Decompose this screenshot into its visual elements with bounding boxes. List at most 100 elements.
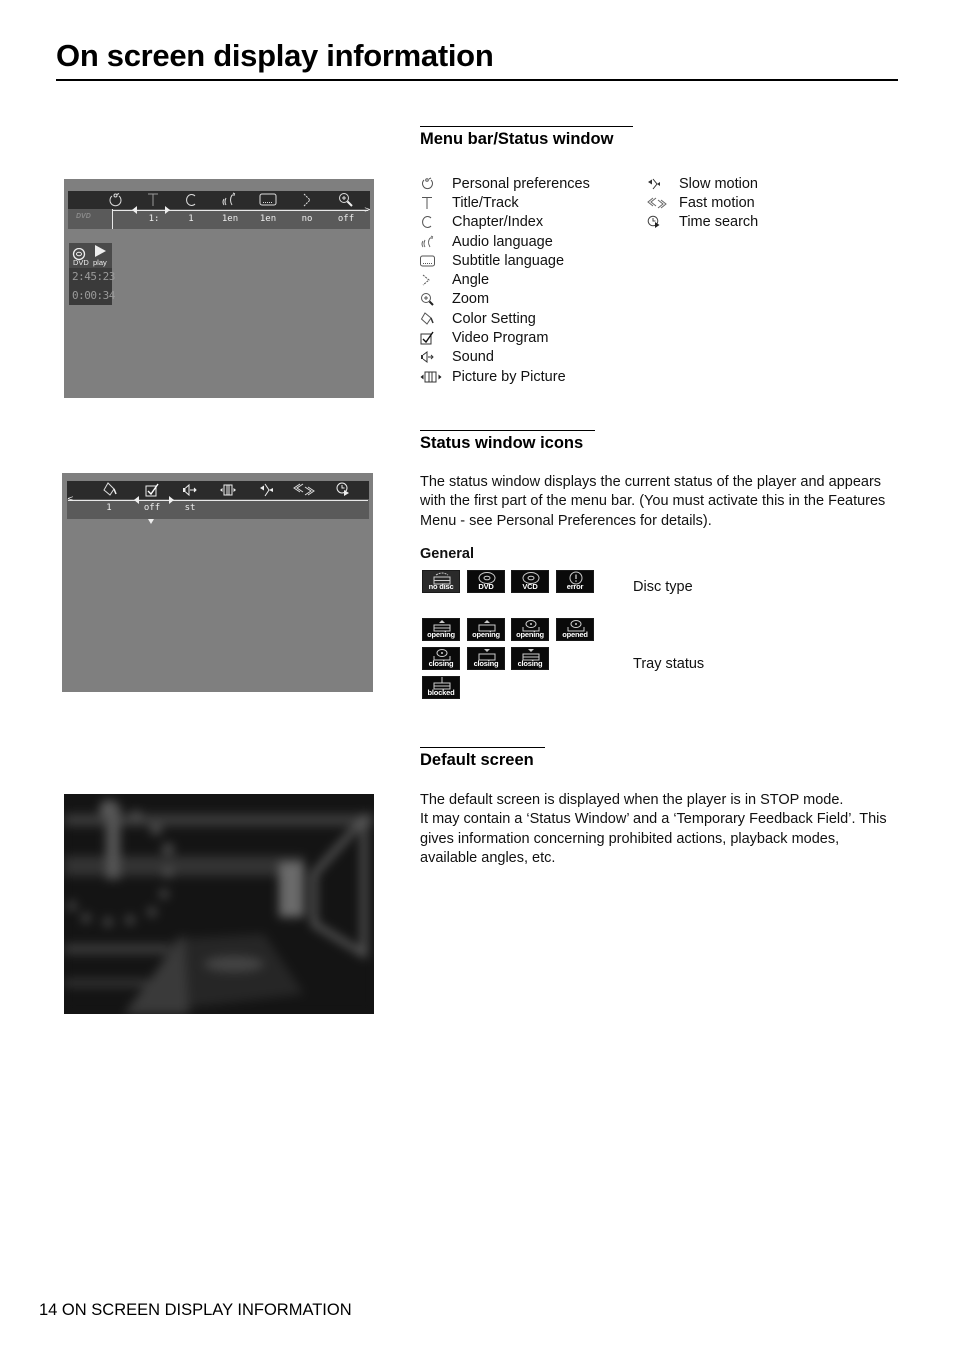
audio-value: 1en <box>221 214 239 224</box>
tray-opened-icon: opened <box>556 618 594 641</box>
color-setting-icon <box>420 311 452 326</box>
elapsed-time: 0:00:34 <box>72 289 115 302</box>
legend-label: Fast motion <box>679 194 755 211</box>
legend-item: Time search <box>647 213 758 232</box>
audio-language-icon[interactable] <box>220 192 238 208</box>
default-screen-description: The default screen is displayed when the… <box>420 791 900 868</box>
zoom-value: off <box>337 214 355 224</box>
sound-icon[interactable] <box>181 482 199 498</box>
tray-blocked-icon: blocked <box>422 676 460 699</box>
title-rule <box>56 79 898 81</box>
legend-label: Color Setting <box>452 310 536 327</box>
section-rule <box>420 430 595 431</box>
title-track-icon <box>420 196 452 210</box>
sound-icon <box>420 350 452 364</box>
audio-language-icon <box>420 235 452 249</box>
picture-by-picture-icon[interactable] <box>219 482 237 498</box>
legend-label: Picture by Picture <box>452 368 566 385</box>
tray-opening-icon: opening <box>422 618 460 641</box>
title-track-icon[interactable] <box>144 192 162 208</box>
subtitle-value: 1en <box>259 214 277 224</box>
legend-label: Chapter/Index <box>452 214 544 231</box>
legend-item: Title/Track <box>420 193 590 212</box>
color-setting-icon[interactable] <box>101 482 119 498</box>
legend-item: Color Setting <box>420 309 590 328</box>
more-left-icon[interactable]: < <box>67 494 74 503</box>
angle-icon <box>420 273 452 287</box>
legend-item: Video Program <box>420 328 590 347</box>
down-arrow-icon[interactable] <box>148 519 154 524</box>
osd-screen-menu-bar-2: < 1 off st <box>62 473 373 692</box>
section-rule <box>420 747 545 748</box>
total-time: 2:45:23 <box>72 270 115 283</box>
disc-type-caption: Disc type <box>633 579 693 595</box>
page-footer: 14 ON SCREEN DISPLAY INFORMATION <box>39 1301 352 1319</box>
menu-divider <box>112 209 113 229</box>
more-right-icon[interactable]: > <box>364 205 371 214</box>
vcd-status-icon: VCD <box>511 570 549 593</box>
menu-bar-heading: Menu bar/Status window <box>420 130 614 148</box>
zoom-icon[interactable] <box>337 192 355 208</box>
subtitle-language-icon <box>420 254 452 268</box>
legend-left: Personal preferences Title/Track Chapter… <box>420 174 590 386</box>
chapter-index-icon[interactable] <box>182 192 200 208</box>
video-program-icon <box>420 331 452 345</box>
angle-value: no <box>301 214 313 224</box>
time-search-icon <box>647 215 679 229</box>
legend-label: Video Program <box>452 330 549 347</box>
menu-track-line <box>112 210 368 211</box>
slow-motion-icon <box>647 177 679 191</box>
legend-label: Time search <box>679 214 759 231</box>
legend-item: Chapter/Index <box>420 213 590 232</box>
right-arrow-icon[interactable] <box>165 206 170 214</box>
menu-track-line <box>68 500 368 501</box>
legend-item: Fast motion <box>647 193 758 212</box>
legend-item: Zoom <box>420 290 590 309</box>
video-program-value: off <box>143 503 161 513</box>
legend-item: Picture by Picture <box>420 367 590 386</box>
legend-item: Slow motion <box>647 174 758 193</box>
status-window: DVD play 2:45:23 0:00:34 <box>69 243 115 305</box>
video-program-icon[interactable] <box>143 482 161 498</box>
status-description: The status window displays the current s… <box>420 474 886 529</box>
page-title: On screen display information <box>56 38 494 73</box>
default-screen-line-2: It may contain a ‘Status Window’ and a ‘… <box>420 811 887 866</box>
default-screen-heading: Default screen <box>420 751 534 769</box>
dvd-logo: DVD <box>76 213 91 220</box>
zoom-icon <box>420 292 452 307</box>
tray-closing-icon: closing <box>511 647 549 670</box>
angle-icon[interactable] <box>298 192 316 208</box>
legend-item: Sound <box>420 348 590 367</box>
dvd-status-icon: DVD <box>467 570 505 593</box>
section-rule <box>420 126 633 127</box>
personal-preferences-icon[interactable] <box>106 192 124 208</box>
chapter-value: 1 <box>188 214 194 224</box>
osd-screen-menu-bar: DVD > 1: 1 1en 1en no off DVD play 2:45:… <box>64 179 374 398</box>
subtitle-language-icon[interactable] <box>259 192 277 208</box>
personal-preferences-icon <box>420 177 452 191</box>
slow-motion-icon[interactable] <box>258 482 276 498</box>
left-arrow-icon[interactable] <box>132 206 137 214</box>
fast-motion-icon[interactable] <box>293 482 315 498</box>
legend-item: Audio language <box>420 232 590 251</box>
tray-status-caption: Tray status <box>633 656 705 672</box>
legend-label: Sound <box>452 349 494 366</box>
tray-opening-icon: opening <box>467 618 505 641</box>
legend-item: Personal preferences <box>420 174 590 193</box>
status-icons-heading: Status window icons <box>420 434 584 452</box>
title-value: 1: <box>148 214 160 224</box>
fast-motion-icon <box>647 196 679 210</box>
disc-icon <box>72 245 86 261</box>
legend-label: Angle <box>452 272 490 289</box>
no-disc-status-icon: no disc <box>422 570 460 593</box>
default-screen-image <box>64 794 374 1014</box>
legend-right: Slow motion Fast motion Time search <box>647 174 758 232</box>
tray-closing-icon: closing <box>467 647 505 670</box>
play-label: play <box>93 258 107 267</box>
tray-closing-icon: closing <box>422 647 460 670</box>
general-label: General <box>420 546 474 562</box>
sound-value: st <box>184 503 196 513</box>
legend-label: Subtitle language <box>452 252 565 269</box>
legend-label: Audio language <box>452 233 553 250</box>
time-search-icon[interactable] <box>335 482 353 498</box>
